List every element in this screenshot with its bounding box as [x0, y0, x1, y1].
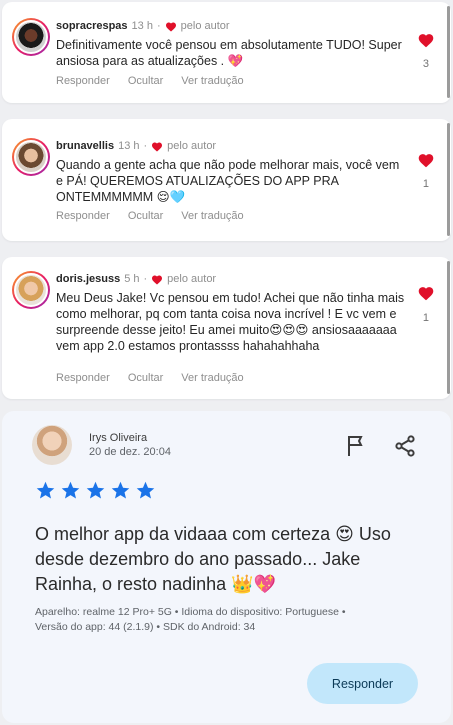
- device-info-line: Aparelho: realme 12 Pro+ 5G • Idioma do …: [35, 606, 346, 618]
- heart-icon: [152, 142, 163, 151]
- heart-icon: [152, 275, 163, 284]
- comment-username[interactable]: sopracrespas: [56, 20, 128, 32]
- reviewer-name: Irys Oliveira: [89, 432, 148, 444]
- comment-actions: Responder Ocultar Ver tradução: [56, 75, 244, 87]
- device-info: Aparelho: realme 12 Pro+ 5G • Idioma do …: [35, 605, 430, 635]
- scrollbar[interactable]: [447, 261, 450, 394]
- like-heart-icon[interactable]: [417, 152, 435, 168]
- like-count: 1: [422, 178, 429, 190]
- star-icon: [61, 481, 80, 499]
- comment-text: Definitivamente você pensou em absolutam…: [56, 38, 402, 68]
- comment-time: 13 h: [131, 20, 153, 32]
- star-rating: [35, 480, 156, 501]
- device-info-line: Versão do app: 44 (2.1.9) • SDK do Andro…: [35, 621, 256, 633]
- comment-meta: sopracrespas 13 h · pelo autor: [56, 20, 230, 32]
- star-icon: [136, 481, 155, 499]
- avatar[interactable]: [12, 18, 50, 56]
- author-label: pelo autor: [167, 273, 217, 285]
- author-label: pelo autor: [167, 140, 217, 152]
- avatar[interactable]: [12, 138, 50, 176]
- hide-link[interactable]: Ocultar: [128, 372, 163, 384]
- comment-username[interactable]: brunavellis: [56, 140, 114, 152]
- comment-actions: Responder Ocultar Ver tradução: [56, 372, 244, 384]
- author-label: pelo autor: [180, 20, 230, 32]
- comment-text: Meu Deus Jake! Vc pensou em tudo! Achei …: [56, 291, 405, 353]
- translate-link[interactable]: Ver tradução: [181, 210, 243, 222]
- reviewer-avatar: [32, 425, 72, 465]
- star-icon: [86, 481, 105, 499]
- like-count: 1: [422, 312, 429, 324]
- heart-icon: [165, 22, 176, 31]
- comment-time: 13 h: [118, 140, 140, 152]
- reply-link[interactable]: Responder: [56, 210, 110, 222]
- star-icon: [111, 481, 130, 499]
- hide-link[interactable]: Ocultar: [128, 75, 163, 87]
- comment-meta: doris.jesuss 5 h · pelo autor: [56, 273, 217, 285]
- flag-icon[interactable]: [344, 434, 368, 458]
- comment-meta: brunavellis 13 h · pelo autor: [56, 140, 217, 152]
- star-icon: [36, 481, 55, 499]
- scrollbar[interactable]: [447, 123, 450, 236]
- review-date: 20 de dez. 20:04: [89, 446, 171, 458]
- comment-actions: Responder Ocultar Ver tradução: [56, 210, 244, 222]
- comment-time: 5 h: [124, 273, 140, 285]
- hide-link[interactable]: Ocultar: [128, 210, 163, 222]
- translate-link[interactable]: Ver tradução: [181, 372, 243, 384]
- like-count: 3: [422, 58, 429, 70]
- share-icon[interactable]: [393, 434, 417, 458]
- reply-button[interactable]: Responder: [307, 663, 418, 704]
- translate-link[interactable]: Ver tradução: [181, 75, 243, 87]
- scrollbar[interactable]: [447, 6, 450, 98]
- reply-link[interactable]: Responder: [56, 372, 110, 384]
- avatar[interactable]: [12, 271, 50, 309]
- like-heart-icon[interactable]: [417, 32, 435, 48]
- reply-link[interactable]: Responder: [56, 75, 110, 87]
- like-heart-icon[interactable]: [417, 285, 435, 301]
- comment-text: Quando a gente acha que não pode melhora…: [56, 158, 400, 204]
- comment-username[interactable]: doris.jesuss: [56, 273, 120, 285]
- review-text: O melhor app da vidaaa com certeza 😍 Uso…: [35, 524, 391, 594]
